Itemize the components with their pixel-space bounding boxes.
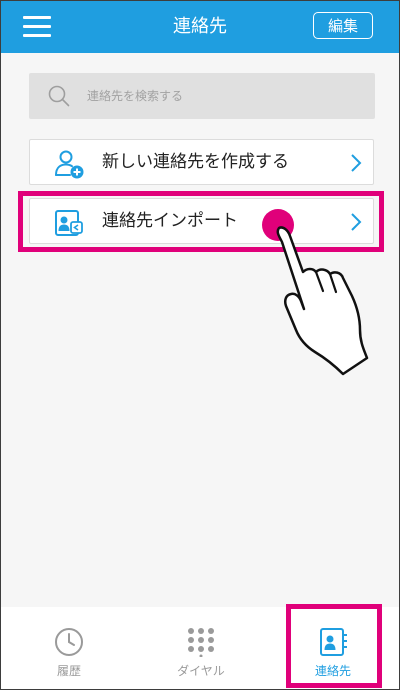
contacts-tab-highlight-frame [286,604,382,688]
tab-history-label: 履歴 [56,664,81,678]
search-icon [48,85,70,107]
edit-button[interactable]: 編集 [313,12,373,39]
header-bar: 連絡先 編集 [1,1,399,53]
dialpad-icon [188,628,214,657]
add-person-icon [55,150,84,179]
create-contact-item[interactable]: 新しい連絡先を作成する [29,139,374,185]
tab-history[interactable]: 履歴 [9,607,129,689]
chevron-right-icon [351,154,362,172]
app-screen: 連絡先 編集 連絡先を検索する 新しい連絡先を作成する 連絡先インポート 履歴 … [0,0,400,690]
tab-dial[interactable]: ダイヤル [141,607,261,689]
search-input[interactable]: 連絡先を検索する [29,73,375,119]
clock-icon [55,628,83,656]
tap-hand-icon [262,209,369,376]
tab-dial-label: ダイヤル [177,664,225,678]
create-contact-label: 新しい連絡先を作成する [102,152,289,172]
search-placeholder: 連絡先を検索する [87,89,184,103]
